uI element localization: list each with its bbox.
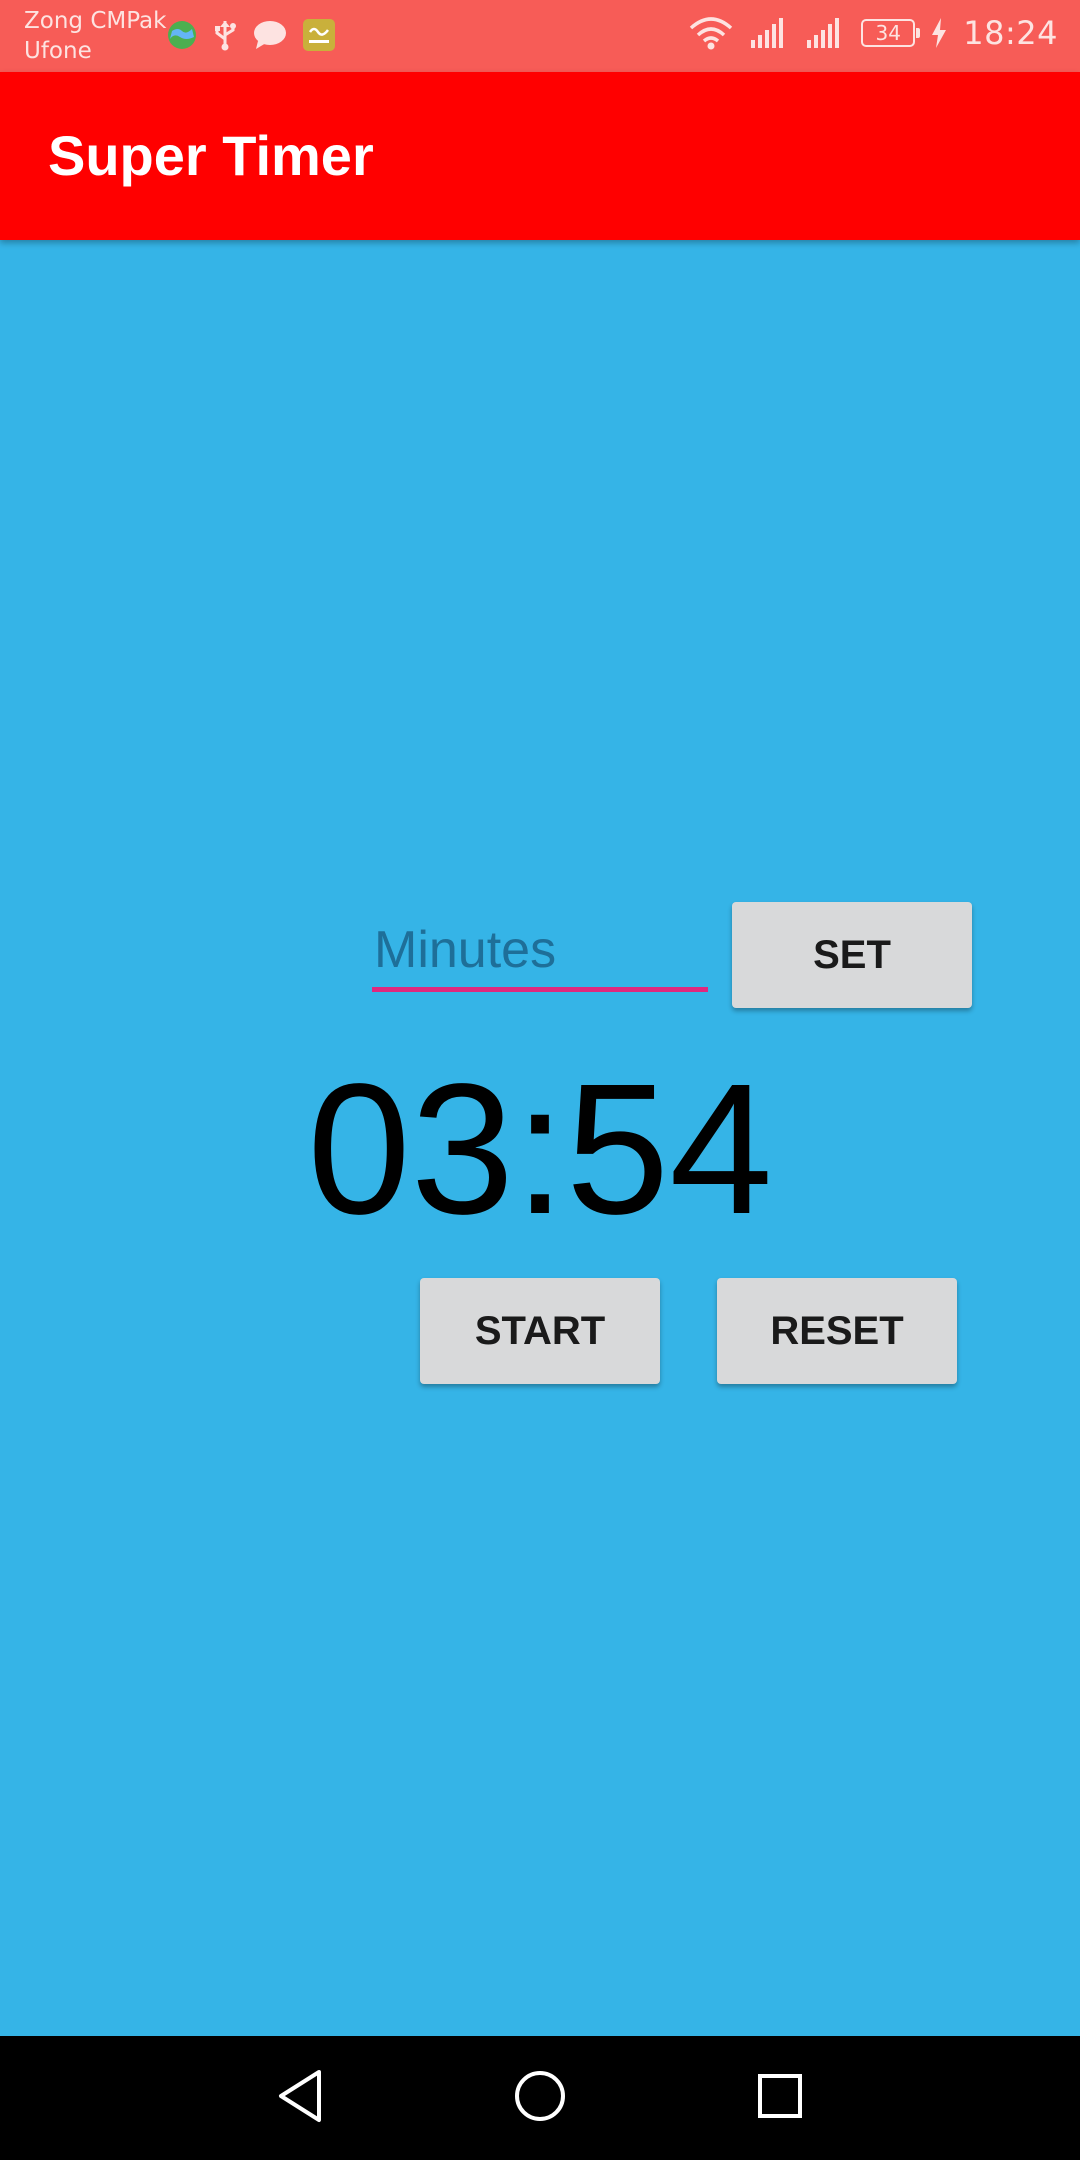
home-icon xyxy=(512,2068,568,2128)
carrier-info: Zong CMPak Ufone xyxy=(24,6,166,66)
wifi-icon xyxy=(689,16,733,50)
status-bar: Zong CMPak Ufone 34 18:24 xyxy=(0,0,1080,72)
signal-icon-sim2 xyxy=(805,16,845,50)
timer-display: 03:54 xyxy=(307,1046,773,1253)
app-bar: Super Timer xyxy=(0,72,1080,240)
charging-icon xyxy=(931,18,947,48)
status-time: 18:24 xyxy=(963,14,1058,52)
signal-icon-sim1 xyxy=(749,16,789,50)
carrier-primary: Zong CMPak xyxy=(24,8,167,34)
recent-apps-icon xyxy=(755,2071,805,2125)
globe-icon xyxy=(166,19,198,51)
app-notification-icon xyxy=(302,18,336,52)
home-button[interactable] xyxy=(510,2068,570,2128)
recent-apps-button[interactable] xyxy=(750,2068,810,2128)
minutes-input[interactable] xyxy=(372,912,708,992)
start-button[interactable]: START xyxy=(420,1278,660,1384)
usb-icon xyxy=(212,19,238,51)
battery-icon: 34 xyxy=(861,19,921,47)
set-button[interactable]: SET xyxy=(732,902,972,1008)
carrier-secondary: Ufone xyxy=(24,38,92,64)
message-icon xyxy=(252,19,288,51)
back-icon xyxy=(275,2068,325,2128)
reset-button[interactable]: RESET xyxy=(717,1278,957,1384)
navigation-bar xyxy=(0,2036,1080,2160)
system-status: 34 18:24 xyxy=(689,14,1058,52)
back-button[interactable] xyxy=(270,2068,330,2128)
notification-icons xyxy=(166,18,336,52)
app-title: Super Timer xyxy=(48,124,374,187)
